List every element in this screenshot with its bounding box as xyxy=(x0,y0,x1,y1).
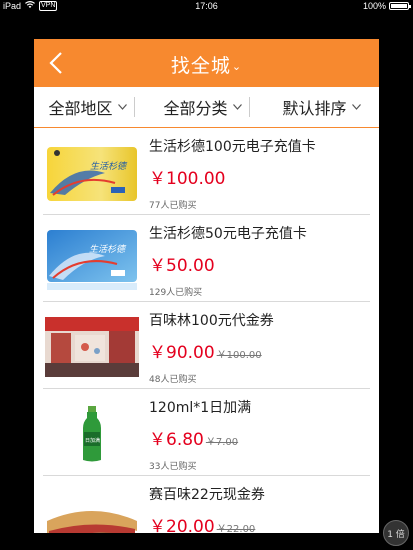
battery-percent: 100% xyxy=(362,1,386,11)
price-row: ￥50.00 xyxy=(149,251,370,276)
divider xyxy=(133,97,135,117)
svg-text:生活杉德: 生活杉德 xyxy=(89,244,127,255)
chevron-down-icon xyxy=(351,104,361,110)
chevron-down-icon xyxy=(117,104,127,110)
item-old-price: ￥100.00 xyxy=(216,350,262,361)
filter-label: 默认排序 xyxy=(282,99,347,118)
divider xyxy=(248,97,250,117)
sandwich-icon xyxy=(45,491,139,533)
item-title: 百味林100元代金券 xyxy=(149,313,274,329)
list-item[interactable]: 生活杉德 生活杉德100元电子充值卡 ￥100.00 77人已购买 xyxy=(43,128,370,215)
filter-sort[interactable]: 默认排序 xyxy=(264,95,379,119)
item-title: 赛百味22元现金券 xyxy=(149,487,265,503)
item-title: 120ml*1日加满 xyxy=(149,400,252,416)
item-info: 百味林100元代金券 ￥90.00 ￥100.00 48人已购买 xyxy=(149,310,370,385)
price-row: ￥6.80 ￥7.00 xyxy=(149,425,370,450)
status-bar: iPad VPN 17:06 100% xyxy=(0,0,413,14)
item-sold-count: 33人已购买 xyxy=(149,462,197,472)
svg-text:生活杉德: 生活杉德 xyxy=(90,161,128,172)
item-sold-count: 48人已购买 xyxy=(149,375,197,385)
item-price: ￥90.00 xyxy=(149,343,215,363)
item-info: 生活杉德50元电子充值卡 ￥50.00 129人已购买 xyxy=(149,223,370,298)
filter-bar: 全部地区 全部分类 默认排序 xyxy=(34,87,379,128)
chevron-down-icon: ⌄ xyxy=(231,60,243,73)
item-sold-count: 77人已购买 xyxy=(149,201,197,211)
item-title: 生活杉德100元电子充值卡 xyxy=(149,139,316,155)
city-title-dropdown[interactable]: 找全城⌄ xyxy=(34,51,379,78)
list-item[interactable]: 百味林100元代金券 ￥90.00 ￥100.00 48人已购买 xyxy=(43,302,370,389)
item-old-price: ￥22.00 xyxy=(216,524,256,533)
filter-label: 全部分类 xyxy=(163,99,228,118)
filter-category[interactable]: 全部分类 xyxy=(149,95,264,119)
item-sold-count: 129人已购买 xyxy=(149,288,203,298)
price-row: ￥100.00 xyxy=(149,164,370,189)
price-row: ￥90.00 ￥100.00 xyxy=(149,338,370,363)
deal-list: 生活杉德 生活杉德100元电子充值卡 ￥100.00 77人已购买 生活杉德 生… xyxy=(34,128,379,533)
chevron-down-icon xyxy=(232,104,242,110)
city-deals-panel: 找全城⌄ 全部地区 全部分类 默认排序 生活杉德 生活杉德100元电子充值卡 ￥… xyxy=(34,39,379,533)
list-item[interactable]: 生活杉德 生活杉德50元电子充值卡 ￥50.00 129人已购买 xyxy=(43,215,370,302)
page-title: 找全城 xyxy=(170,55,231,77)
status-right: 100% xyxy=(362,1,411,11)
svg-text:日加满: 日加满 xyxy=(85,437,100,444)
item-old-price: ￥7.00 xyxy=(205,437,239,448)
store-icon xyxy=(45,317,139,377)
battery-icon xyxy=(389,2,411,10)
sand-card-icon: 生活杉德 xyxy=(45,143,139,203)
bottle-icon: 日加满 xyxy=(45,404,139,464)
item-price: ￥20.00 xyxy=(149,517,215,533)
filter-area[interactable]: 全部地区 xyxy=(34,95,149,119)
filter-label: 全部地区 xyxy=(48,99,113,118)
item-title: 生活杉德50元电子充值卡 xyxy=(149,226,307,242)
item-info: 赛百味22元现金券 ￥20.00 ￥22.00 xyxy=(149,484,370,533)
list-item[interactable]: 日加满 120ml*1日加满 ￥6.80 ￥7.00 33人已购买 xyxy=(43,389,370,476)
item-price: ￥6.80 xyxy=(149,430,204,450)
zoom-button[interactable]: 1 倍 xyxy=(383,520,409,546)
sand-card-icon: 生活杉德 xyxy=(45,230,139,290)
list-item[interactable]: 赛百味22元现金券 ￥20.00 ￥22.00 xyxy=(43,476,370,533)
price-row: ￥20.00 ￥22.00 xyxy=(149,512,370,533)
item-price: ￥100.00 xyxy=(149,169,226,189)
item-info: 120ml*1日加满 ￥6.80 ￥7.00 33人已购买 xyxy=(149,397,370,472)
status-time: 17:06 xyxy=(195,1,218,11)
item-price: ￥50.00 xyxy=(149,256,215,276)
item-info: 生活杉德100元电子充值卡 ￥100.00 77人已购买 xyxy=(149,136,370,211)
nav-bar: 找全城⌄ xyxy=(34,39,379,87)
